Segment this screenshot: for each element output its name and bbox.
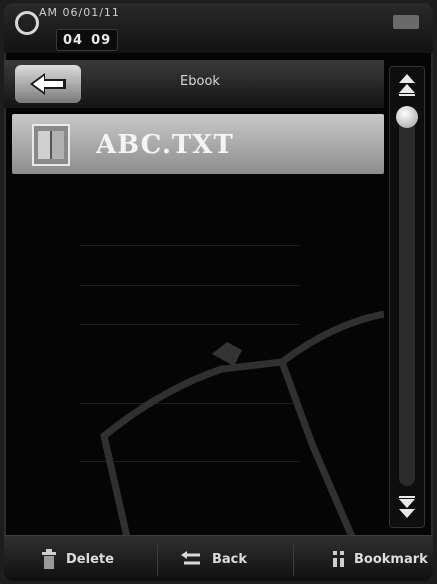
date-part-2: 09 [91,32,112,48]
double-chevron-up-icon [399,74,415,96]
document-icon [32,124,70,166]
back-button[interactable]: Back [174,542,294,576]
status-bar: AM 06/01/11 04 09 [4,3,433,53]
scrollbar[interactable] [389,66,425,528]
double-chevron-down-icon [399,496,415,518]
bottom-toolbar: Delete Back Bookmark [4,535,433,581]
trash-icon [42,549,56,569]
page-title: Ebook [180,74,220,89]
battery-icon [393,15,419,29]
scroll-thumb[interactable] [396,106,418,128]
date-part-1: 04 [63,32,84,48]
status-date: 04 09 [56,29,119,51]
file-name: ABC.TXT [96,130,234,160]
scroll-up-button[interactable] [393,70,421,100]
title-bar: Ebook [4,60,384,108]
back-arrow-button[interactable] [15,65,81,103]
back-label: Back [212,551,248,567]
delete-button[interactable]: Delete [34,542,158,576]
status-time: AM 06/01/11 [39,6,120,19]
background-map-graphic [100,310,384,537]
list-item[interactable]: ABC.TXT [12,114,384,174]
bookmark-icon [333,551,344,567]
delete-label: Delete [66,551,114,567]
status-ring-icon [15,11,39,35]
return-icon [181,551,200,565]
arrow-left-icon [30,73,66,95]
bookmark-label: Bookmark [354,551,428,567]
bookmark-button[interactable]: Bookmark [326,542,433,576]
scroll-track[interactable] [396,106,418,486]
file-list-area [12,174,384,537]
device-screen: AM 06/01/11 04 09 Ebook ABC.TXT Delete B… [4,3,433,581]
scroll-down-button[interactable] [393,492,421,522]
